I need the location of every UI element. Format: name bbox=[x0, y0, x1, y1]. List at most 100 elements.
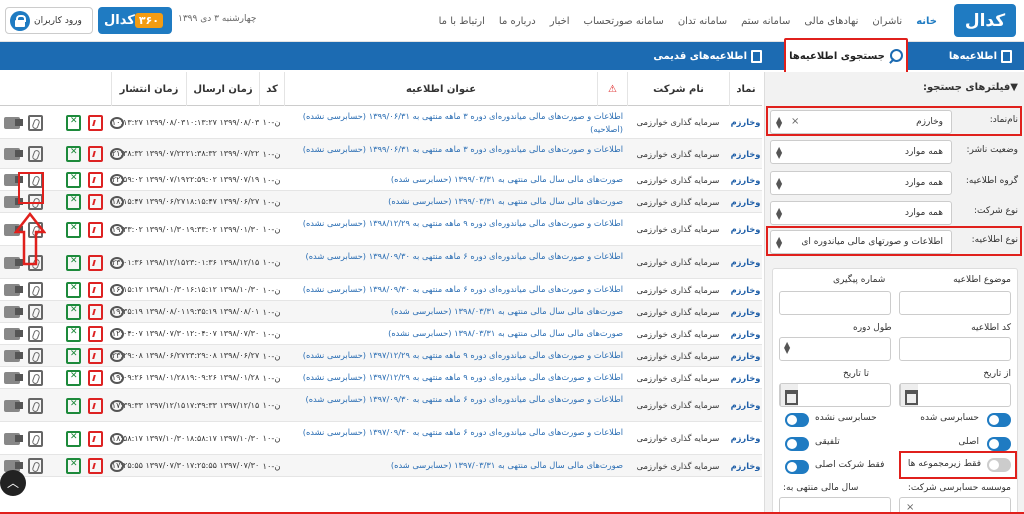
attachment-icon[interactable] bbox=[28, 146, 43, 162]
code-input[interactable] bbox=[899, 337, 1011, 361]
excel-icon[interactable] bbox=[66, 458, 81, 474]
tab-search-announcements[interactable]: جستجوی اطلاعیه‌ها bbox=[784, 38, 908, 74]
row-title-link[interactable]: صورت‌های مالی سال مالی منتهی به ۱۳۹۸/۰۳/… bbox=[284, 301, 627, 322]
comment-icon[interactable] bbox=[4, 399, 23, 412]
view-icon[interactable] bbox=[110, 284, 124, 296]
nav-invoice[interactable]: سامانه صورتحساب bbox=[577, 16, 671, 27]
comment-icon[interactable] bbox=[4, 306, 23, 318]
comment-icon[interactable] bbox=[4, 116, 23, 129]
comment-icon[interactable] bbox=[4, 432, 23, 445]
subsidiary-toggle[interactable] bbox=[987, 458, 1011, 472]
comment-icon[interactable] bbox=[4, 328, 23, 340]
symbol-select[interactable]: وخارزم × ▲ ▼ bbox=[770, 110, 952, 134]
row-title-link[interactable]: اطلاعات و صورت‌های مالی میاندوره‌ای دوره… bbox=[284, 422, 627, 454]
excel-icon[interactable] bbox=[66, 304, 81, 320]
row-title-link[interactable]: اطلاعات و صورت‌های مالی میاندوره‌ای دوره… bbox=[284, 106, 627, 138]
excel-icon[interactable] bbox=[66, 326, 81, 342]
view-icon[interactable] bbox=[110, 306, 124, 318]
excel-icon[interactable] bbox=[66, 254, 81, 271]
excel-icon[interactable] bbox=[66, 221, 81, 238]
table-row[interactable]: وخارزم سرمایه گذاری خوارزمی صورت‌های مالی … bbox=[0, 455, 762, 477]
pdf-icon[interactable] bbox=[88, 254, 103, 271]
row-title-link[interactable]: صورت‌های مالی سال مالی منتهی به ۱۳۹۹/۰۳/… bbox=[284, 169, 627, 190]
pdf-icon[interactable] bbox=[88, 172, 103, 188]
view-icon[interactable] bbox=[110, 116, 124, 129]
view-icon[interactable] bbox=[110, 460, 124, 472]
pdf-icon[interactable] bbox=[88, 348, 103, 364]
comment-icon[interactable] bbox=[4, 284, 23, 296]
nav-financial-institutions[interactable]: نهادهای مالی bbox=[797, 16, 865, 27]
nav-tadan[interactable]: سامانه تدان bbox=[671, 16, 734, 27]
view-icon[interactable] bbox=[110, 328, 124, 340]
row-title-link[interactable]: اطلاعات و صورت‌های مالی میاندوره‌ای دوره… bbox=[284, 389, 627, 421]
table-row[interactable]: وخارزم سرمایه گذاری خوارزمی صورت‌های مالی … bbox=[0, 191, 762, 213]
audited-toggle[interactable] bbox=[987, 413, 1011, 427]
row-symbol[interactable]: وخارزم bbox=[729, 213, 762, 245]
status-select[interactable]: همه موارد ▲ ▼ bbox=[770, 140, 952, 164]
row-symbol[interactable]: وخارزم bbox=[729, 139, 762, 168]
table-row[interactable]: وخارزم سرمایه گذاری خوارزمی صورت‌های مالی … bbox=[0, 323, 762, 345]
main-company-toggle[interactable] bbox=[785, 460, 809, 474]
view-icon[interactable] bbox=[110, 174, 124, 186]
row-symbol[interactable]: وخارزم bbox=[729, 367, 762, 388]
pdf-icon[interactable] bbox=[88, 146, 103, 162]
comment-icon[interactable] bbox=[4, 372, 23, 384]
from-date-input[interactable] bbox=[899, 383, 1011, 407]
announcement-type-select[interactable]: اطلاعات و صورتهای مالی میاندوره ای ▲ ▼ bbox=[770, 230, 952, 254]
login-button[interactable]: ورود کاربران bbox=[5, 7, 93, 34]
pdf-icon[interactable] bbox=[88, 221, 103, 238]
nav-news[interactable]: اخبار bbox=[543, 16, 577, 27]
excel-icon[interactable] bbox=[66, 146, 81, 162]
excel-icon[interactable] bbox=[66, 430, 81, 447]
view-icon[interactable] bbox=[110, 223, 124, 236]
tab-old-announcements[interactable]: اطلاعیه‌های قدیمی bbox=[653, 47, 762, 65]
clear-icon[interactable]: × bbox=[791, 116, 799, 127]
row-symbol[interactable]: وخارزم bbox=[729, 246, 762, 278]
attachment-icon[interactable] bbox=[28, 282, 43, 298]
row-title-link[interactable]: صورت‌های مالی سال مالی منتهی به ۱۳۹۸/۰۳/… bbox=[284, 323, 627, 344]
to-date-input[interactable] bbox=[779, 383, 891, 407]
row-symbol[interactable]: وخارزم bbox=[729, 422, 762, 454]
row-title-link[interactable]: صورت‌های مالی سال مالی منتهی به ۱۳۹۷/۰۳/… bbox=[284, 455, 627, 476]
table-row[interactable]: وخارزم سرمایه گذاری خوارزمی اطلاعات و صورت… bbox=[0, 345, 762, 367]
pdf-icon[interactable] bbox=[88, 282, 103, 298]
attachment-icon[interactable] bbox=[28, 304, 43, 320]
attachment-icon[interactable] bbox=[28, 458, 43, 474]
row-symbol[interactable]: وخارزم bbox=[729, 191, 762, 212]
excel-icon[interactable] bbox=[66, 370, 81, 386]
row-symbol[interactable]: وخارزم bbox=[729, 455, 762, 476]
table-row[interactable]: وخارزم سرمایه گذاری خوارزمی اطلاعات و صورت… bbox=[0, 213, 762, 246]
row-title-link[interactable]: اطلاعات و صورت‌های مالی میاندوره‌ای دوره… bbox=[284, 345, 627, 366]
row-symbol[interactable]: وخارزم bbox=[729, 106, 762, 138]
header-send-time[interactable]: زمان ارسال bbox=[186, 72, 259, 106]
row-title-link[interactable]: اطلاعات و صورت‌های مالی میاندوره‌ای دوره… bbox=[284, 139, 627, 168]
pdf-icon[interactable] bbox=[88, 304, 103, 320]
row-title-link[interactable]: اطلاعات و صورت‌های مالی میاندوره‌ای دوره… bbox=[284, 279, 627, 300]
table-row[interactable]: وخارزم سرمایه گذاری خوارزمی اطلاعات و صورت… bbox=[0, 106, 762, 139]
excel-icon[interactable] bbox=[66, 194, 81, 210]
table-row[interactable]: وخارزم سرمایه گذاری خوارزمی صورت‌های مالی … bbox=[0, 169, 762, 191]
excel-icon[interactable] bbox=[66, 114, 81, 131]
view-icon[interactable] bbox=[110, 256, 124, 269]
excel-icon[interactable] bbox=[66, 282, 81, 298]
merged-toggle[interactable] bbox=[785, 437, 809, 451]
subject-input[interactable] bbox=[899, 291, 1011, 315]
row-title-link[interactable]: اطلاعات و صورت‌های مالی میاندوره‌ای دوره… bbox=[284, 213, 627, 245]
pdf-icon[interactable] bbox=[88, 458, 103, 474]
header-title[interactable]: عنوان اطلاعیه bbox=[284, 72, 597, 106]
table-row[interactable]: وخارزم سرمایه گذاری خوارزمی اطلاعات و صورت… bbox=[0, 279, 762, 301]
attachment-icon[interactable] bbox=[28, 430, 43, 447]
calendar-icon[interactable] bbox=[780, 384, 798, 406]
table-row[interactable]: وخارزم سرمایه گذاری خوارزمی اطلاعات و صورت… bbox=[0, 422, 762, 455]
row-symbol[interactable]: وخارزم bbox=[729, 345, 762, 366]
attachment-icon[interactable] bbox=[28, 397, 43, 414]
pdf-icon[interactable] bbox=[88, 397, 103, 414]
tracking-input[interactable] bbox=[779, 291, 891, 315]
comment-icon[interactable] bbox=[4, 350, 23, 362]
view-icon[interactable] bbox=[110, 350, 124, 362]
row-symbol[interactable]: وخارزم bbox=[729, 169, 762, 190]
attachment-icon[interactable] bbox=[28, 114, 43, 131]
header-publish-time[interactable]: زمان انتشار bbox=[111, 72, 186, 106]
codal360-link[interactable]: ۳۶۰ کدال bbox=[98, 7, 172, 34]
attachment-icon[interactable] bbox=[28, 348, 43, 364]
